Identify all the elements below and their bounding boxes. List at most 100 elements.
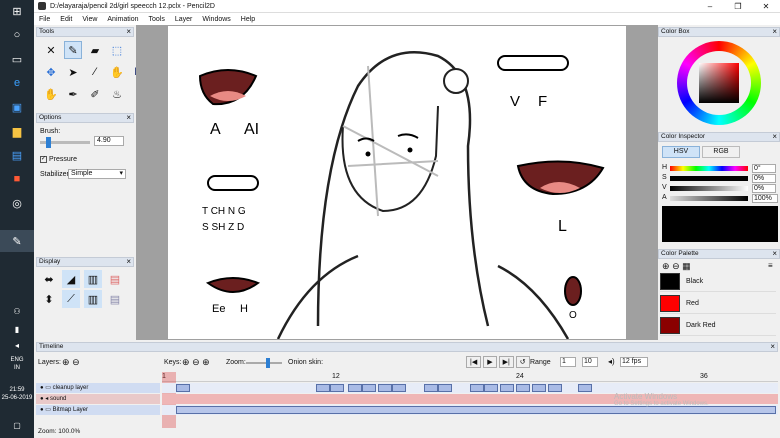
keyframe[interactable] xyxy=(362,384,376,392)
range-label[interactable]: Range xyxy=(530,359,551,366)
eyedropper-tool-icon[interactable]: ⁄ xyxy=(86,63,104,81)
slider-v[interactable]: V 0% xyxy=(662,184,780,194)
close-icon[interactable]: × xyxy=(126,28,131,36)
eraser-tool-icon[interactable]: ▰ xyxy=(86,41,104,59)
stabilizer-select[interactable]: Simple ▾ xyxy=(68,169,126,179)
brush-slider-handle[interactable] xyxy=(46,137,51,148)
add-color-icon[interactable]: ⊕ xyxy=(662,261,670,271)
smudge-tool-icon[interactable]: ✋ xyxy=(108,63,126,81)
close-button[interactable]: ✕ xyxy=(752,0,780,13)
visibility-icon[interactable]: ● xyxy=(40,407,44,413)
brush-size-input[interactable]: 4.90 xyxy=(94,136,124,146)
keyframe[interactable] xyxy=(516,384,530,392)
palette-item[interactable]: Red xyxy=(660,294,776,314)
cortana-icon[interactable]: ○ xyxy=(0,24,34,46)
store-icon[interactable]: ▤ xyxy=(0,144,34,166)
pointer-tool-icon[interactable]: ➤ xyxy=(64,63,82,81)
color-wheel[interactable] xyxy=(677,41,761,125)
drawing-canvas[interactable]: A AI V F T CH N G S SH Z D L Ee H O xyxy=(168,26,626,340)
tab-hsv[interactable]: HSV xyxy=(662,146,700,158)
keyframe[interactable] xyxy=(578,384,592,392)
brush-slider-track[interactable] xyxy=(40,137,90,148)
menu-layer[interactable]: Layer xyxy=(170,16,198,23)
remove-layer-icon[interactable]: ⊖ xyxy=(72,357,80,367)
menu-file[interactable]: File xyxy=(34,16,55,23)
onion-blue-icon[interactable]: ▥ xyxy=(84,290,102,308)
add-key-icon[interactable]: ⊕ xyxy=(182,357,190,367)
close-icon[interactable]: × xyxy=(126,114,131,122)
keyframe[interactable] xyxy=(548,384,562,392)
task-view-icon[interactable]: ▭ xyxy=(0,48,34,70)
flip-horizontal-icon[interactable]: ⬌ xyxy=(40,270,58,288)
keyframe[interactable] xyxy=(176,406,776,414)
menu-windows[interactable]: Windows xyxy=(197,16,235,23)
thin-lines-icon[interactable]: ⟋ xyxy=(62,290,80,308)
palette-menu-icon[interactable]: ≡ xyxy=(768,261,773,270)
next-frame-icon[interactable]: ▶| xyxy=(498,356,514,368)
saturation-value-square[interactable] xyxy=(699,63,739,103)
layer-row[interactable]: ● ▭ Bitmap Layer xyxy=(36,405,160,415)
canvas-area[interactable]: A AI V F T CH N G S SH Z D L Ee H O xyxy=(136,25,658,340)
show-outlines-icon[interactable]: ◢ xyxy=(62,270,80,288)
edge-icon[interactable]: e xyxy=(0,72,34,94)
sound-icon[interactable]: ◂) xyxy=(608,357,615,366)
language-indicator[interactable]: ENG IN xyxy=(0,356,34,372)
tab-rgb[interactable]: RGB xyxy=(702,146,740,158)
volume-icon[interactable]: ◂ xyxy=(0,334,34,356)
keyframe[interactable] xyxy=(176,384,190,392)
hand-tool-icon[interactable]: ✋ xyxy=(42,85,60,103)
pencil2d-taskbar-icon[interactable]: ✎ xyxy=(0,230,34,252)
onion-next-icon[interactable]: ▤ xyxy=(106,270,124,288)
menu-view[interactable]: View xyxy=(77,16,102,23)
maximize-button[interactable]: ❐ xyxy=(724,0,752,13)
close-icon[interactable]: × xyxy=(772,28,777,36)
keyframe[interactable] xyxy=(392,384,406,392)
visibility-icon[interactable]: ● xyxy=(40,385,44,391)
pressure-checkbox[interactable]: ✓ Pressure xyxy=(40,156,77,163)
windows-start-icon[interactable]: ⊞ xyxy=(0,0,34,22)
layer-row[interactable]: ● ▭ cleanup layer xyxy=(36,383,160,393)
keyframe[interactable] xyxy=(316,384,330,392)
flip-vertical-icon[interactable]: ⬍ xyxy=(40,290,58,308)
keyframe[interactable] xyxy=(438,384,452,392)
slider-a-value[interactable]: 100% xyxy=(752,194,778,203)
notifications-icon[interactable]: ▢ xyxy=(0,414,34,436)
slider-a[interactable]: A 100% xyxy=(662,194,780,204)
visibility-icon[interactable]: ● xyxy=(40,396,44,402)
app-icon[interactable]: ▣ xyxy=(0,96,34,118)
menu-help[interactable]: Help xyxy=(236,16,260,23)
palette-item[interactable]: Black xyxy=(660,272,776,292)
palette-view-icon[interactable]: ▦ xyxy=(682,261,691,271)
menu-tools[interactable]: Tools xyxy=(144,16,170,23)
keyframe[interactable] xyxy=(378,384,392,392)
previous-frame-icon[interactable]: |◀ xyxy=(466,356,482,368)
slider-s[interactable]: S 0% xyxy=(662,174,780,184)
menu-edit[interactable]: Edit xyxy=(55,16,77,23)
media-icon[interactable]: ◎ xyxy=(0,192,34,214)
play-icon[interactable]: ▶ xyxy=(483,356,497,368)
minimize-button[interactable]: – xyxy=(696,0,724,13)
select-tool-icon[interactable]: ⬚ xyxy=(108,41,126,59)
range-end-input[interactable]: 10 xyxy=(582,357,598,367)
pencil-tool-icon[interactable]: ✎ xyxy=(64,41,82,59)
keyframe[interactable] xyxy=(500,384,514,392)
palette-item[interactable]: Dark Red xyxy=(660,316,776,336)
brush-tool-icon[interactable]: ✐ xyxy=(86,85,104,103)
onion-prev-icon[interactable]: ▥ xyxy=(84,270,102,288)
pen-tool-icon[interactable]: ✒ xyxy=(64,85,82,103)
range-start-input[interactable]: 1 xyxy=(560,357,576,367)
keyframe[interactable] xyxy=(532,384,546,392)
clock[interactable]: 21:59 25-06-2019 xyxy=(0,386,34,402)
close-icon[interactable]: × xyxy=(770,343,775,351)
menu-animation[interactable]: Animation xyxy=(102,16,143,23)
file-explorer-icon[interactable]: ▆ xyxy=(0,120,34,142)
onion-red-icon[interactable]: ▤ xyxy=(106,290,124,308)
keyframe[interactable] xyxy=(424,384,438,392)
bucket-tool-icon[interactable]: ♨ xyxy=(108,85,126,103)
fps-input[interactable]: 12 fps xyxy=(620,357,648,367)
frame-ruler[interactable]: 1 12 24 36 xyxy=(162,372,778,382)
slider-h[interactable]: H 0° xyxy=(662,164,780,174)
keyframe[interactable] xyxy=(330,384,344,392)
slider-h-value[interactable]: 0° xyxy=(752,164,776,173)
slider-s-value[interactable]: 0% xyxy=(752,174,776,183)
